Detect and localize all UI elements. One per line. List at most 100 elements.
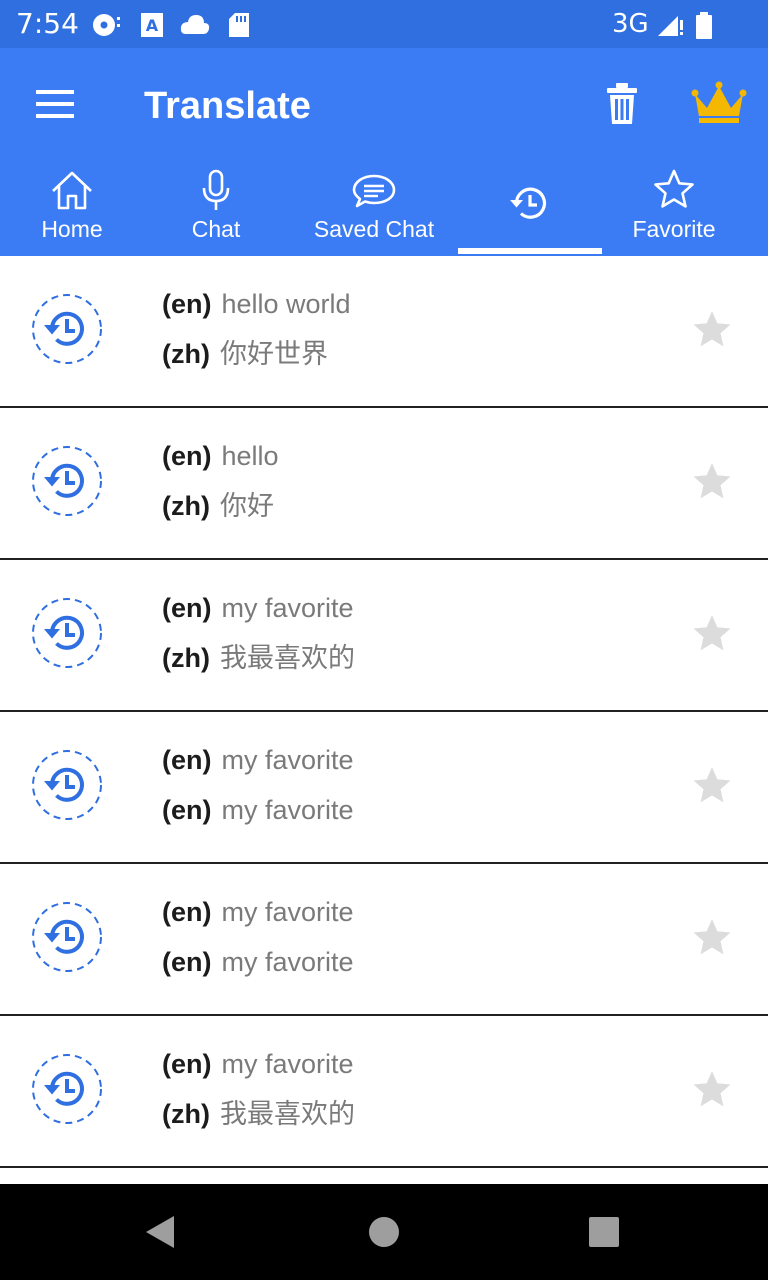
svg-text:A: A (146, 16, 159, 35)
translated-text: 我最喜欢的 (219, 1099, 355, 1129)
translated-text: my favorite (221, 795, 354, 825)
star-icon (693, 311, 731, 347)
target-language-code: (zh) (162, 339, 210, 369)
source-line: (en) hello world (162, 286, 351, 322)
source-line: (en) my favorite (162, 742, 354, 778)
media-icon (93, 14, 120, 36)
target-language-code: (zh) (162, 491, 210, 521)
star-icon (693, 767, 731, 803)
history-icon (510, 187, 546, 219)
target-language-code: (zh) (162, 1099, 210, 1129)
history-item-icon (32, 446, 102, 516)
battery-icon (696, 12, 712, 39)
source-text: my favorite (221, 745, 354, 775)
star-icon (693, 1071, 731, 1107)
tab-favorite[interactable]: Favorite (602, 160, 746, 256)
star-outline-icon (654, 169, 694, 208)
source-line: (en) my favorite (162, 590, 354, 626)
favorite-button[interactable] (690, 916, 734, 960)
tab-home-label: Home (41, 216, 103, 242)
menu-button[interactable] (28, 82, 84, 126)
tab-bar: Home Chat Saved Chat Favorite (0, 160, 768, 256)
sd-card-icon (229, 13, 249, 37)
history-item[interactable]: (en) my favorite (en) my favorite (0, 864, 768, 1016)
signal-icon (658, 16, 683, 36)
favorite-button[interactable] (690, 1068, 734, 1112)
tab-saved-chat-label: Saved Chat (313, 216, 435, 242)
source-text: hello (221, 441, 279, 471)
translation-line: (zh) 我最喜欢的 (162, 1096, 355, 1132)
translation-line: (en) my favorite (162, 792, 354, 828)
a-icon: A (141, 13, 163, 37)
history-item[interactable]: (en) my favorite (zh) 我最喜欢的 (0, 560, 768, 712)
source-line: (en) hello (162, 438, 279, 474)
history-item-icon (32, 902, 102, 972)
favorite-button[interactable] (690, 612, 734, 656)
recents-button[interactable] (580, 1208, 628, 1256)
chat-bubble-icon (352, 174, 396, 208)
history-item[interactable]: (en) hello world (zh) 你好世界 (0, 256, 768, 408)
source-language-code: (en) (162, 441, 212, 471)
system-nav-bar (0, 1184, 768, 1280)
tab-history[interactable] (458, 160, 602, 256)
translated-text: my favorite (221, 947, 354, 977)
source-language-code: (en) (162, 745, 212, 775)
translated-text: 你好世界 (219, 339, 328, 369)
status-time: 7:54 (16, 7, 79, 40)
microphone-icon (202, 169, 230, 210)
translation-line: (en) my favorite (162, 944, 354, 980)
home-icon (52, 171, 92, 210)
tab-chat-label: Chat (191, 216, 241, 242)
home-circle-icon (369, 1217, 399, 1247)
source-text: my favorite (221, 593, 354, 623)
delete-history-button[interactable] (598, 78, 646, 130)
history-list: (en) hello world (zh) 你好世界 (en) hello (zh) 你… (0, 256, 768, 1184)
trash-icon (607, 83, 637, 124)
history-item-icon (32, 598, 102, 668)
tab-home[interactable]: Home (0, 160, 144, 256)
target-language-code: (en) (162, 947, 212, 977)
history-item[interactable]: (en) hello (zh) 你好 (0, 408, 768, 560)
premium-button[interactable] (690, 78, 748, 130)
recents-icon (589, 1217, 619, 1247)
source-text: my favorite (221, 897, 354, 927)
source-language-code: (en) (162, 897, 212, 927)
tab-indicator (458, 248, 602, 254)
page-title: Translate (144, 85, 311, 127)
translated-text: 你好 (219, 491, 274, 521)
source-text: hello world (221, 289, 351, 319)
favorite-button[interactable] (690, 764, 734, 808)
target-language-code: (en) (162, 795, 212, 825)
history-item-icon (32, 750, 102, 820)
back-icon (146, 1216, 174, 1248)
home-button[interactable] (360, 1208, 408, 1256)
history-item-icon (32, 1054, 102, 1124)
target-language-code: (zh) (162, 643, 210, 673)
translation-line: (zh) 你好世界 (162, 336, 328, 372)
favorite-button[interactable] (690, 308, 734, 352)
cloud-icon (180, 15, 210, 34)
history-item[interactable]: (en) my favorite (en) my favorite (0, 712, 768, 864)
tab-favorite-label: Favorite (632, 216, 716, 242)
history-item[interactable]: (en) my favorite (zh) 我最喜欢的 (0, 1016, 768, 1168)
source-line: (en) my favorite (162, 894, 354, 930)
translation-line: (zh) 你好 (162, 488, 274, 524)
hamburger-icon (36, 90, 74, 118)
source-language-code: (en) (162, 593, 212, 623)
translation-line: (zh) 我最喜欢的 (162, 640, 355, 676)
favorite-button[interactable] (690, 460, 734, 504)
status-bar: 7:54 A 3G (0, 0, 768, 48)
source-language-code: (en) (162, 1049, 212, 1079)
tab-saved-chat[interactable]: Saved Chat (298, 160, 450, 256)
app-bar: Translate Home Chat Saved Chat Favorite (0, 48, 768, 256)
network-type: 3G (612, 9, 649, 39)
source-language-code: (en) (162, 289, 212, 319)
star-icon (693, 919, 731, 955)
source-text: my favorite (221, 1049, 354, 1079)
tab-chat[interactable]: Chat (144, 160, 288, 256)
crown-icon (691, 81, 747, 123)
star-icon (693, 463, 731, 499)
back-button[interactable] (136, 1208, 184, 1256)
translated-text: 我最喜欢的 (219, 643, 355, 673)
star-icon (693, 615, 731, 651)
